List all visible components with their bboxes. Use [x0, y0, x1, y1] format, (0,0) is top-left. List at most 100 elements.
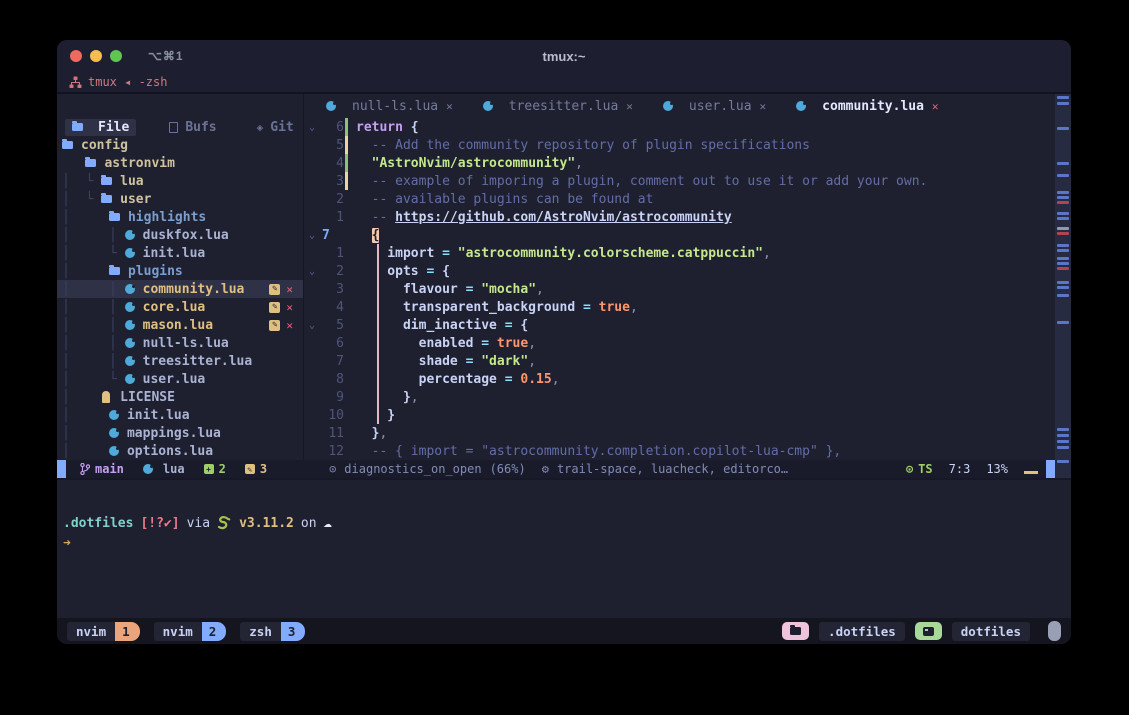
code-line[interactable]: 2 -- available plugins can be found at [304, 190, 1071, 208]
unsaved-close-icon[interactable]: ✕ [286, 319, 293, 332]
tree-item-label: mason.lua [143, 318, 213, 333]
tree-tab-label: Git [270, 120, 293, 135]
tools-icon: ⚙ [542, 462, 549, 476]
unsaved-close-icon[interactable]: ✕ [286, 301, 293, 314]
filetype-label: lua [163, 462, 185, 476]
tree-item-config[interactable]: config [57, 136, 303, 154]
code-line[interactable]: ⌄6return { [304, 118, 1071, 136]
code-token: , [411, 390, 419, 405]
code-line[interactable]: ⌄5 dim_inactive = { [304, 316, 1071, 334]
code-text: -- available plugins can be found at [350, 192, 653, 207]
tree-tab-git[interactable]: ◈Git [250, 119, 301, 136]
tree-tab-bufs[interactable]: Bufs [162, 119, 223, 136]
code-line[interactable]: ⌄2 opts = { [304, 262, 1071, 280]
tree-item-duskfox-lua[interactable]: │ │ duskfox.lua [57, 226, 303, 244]
code-line[interactable]: 7 shade = "dark", [304, 352, 1071, 370]
code-token: } [356, 426, 379, 441]
code-line[interactable]: 12 -- { import = "astrocommunity.complet… [304, 442, 1071, 460]
tree-item-astronvim[interactable]: astronvim [57, 154, 303, 172]
tree-item-init-lua[interactable]: │ init.lua [57, 406, 303, 424]
tree-item-lua[interactable]: │ └ lua [57, 172, 303, 190]
code-editor[interactable]: null-ls.lua✕treesitter.lua✕user.lua✕comm… [304, 94, 1071, 460]
tree-item-label: init.lua [127, 408, 190, 423]
minimap-mark [1057, 249, 1069, 252]
tmux-window-index: 3 [281, 622, 306, 641]
tmux-tab-label[interactable]: tmux ◂ -zsh [88, 75, 167, 89]
minimap-mark [1057, 281, 1069, 284]
code-line[interactable]: 10 } [304, 406, 1071, 424]
tree-item-treesitter-lua[interactable]: │ │ treesitter.lua [57, 352, 303, 370]
tmux-window-3[interactable]: zsh3 [240, 622, 305, 641]
minimap-scrollbar[interactable] [1055, 94, 1071, 478]
fold-chevron-icon: ⌄ [304, 320, 320, 331]
close-buffer-icon[interactable]: ✕ [932, 100, 939, 113]
git-branch-segment[interactable]: main [80, 462, 124, 476]
tree-item-label: treesitter.lua [143, 354, 253, 369]
code-token: https://github.com/AstroNvim/astrocommun… [395, 210, 732, 225]
code-line[interactable]: 4 "AstroNvim/astrocommunity", [304, 154, 1071, 172]
code-line[interactable]: 5 -- Add the community repository of plu… [304, 136, 1071, 154]
tree-item-null-ls-lua[interactable]: │ │ null-ls.lua [57, 334, 303, 352]
tree-item-highlights[interactable]: │ highlights [57, 208, 303, 226]
prompt-arrow-icon[interactable]: ➜ [63, 536, 71, 551]
code-token: { [520, 318, 528, 333]
tree-item-user[interactable]: │ └ user [57, 190, 303, 208]
tree-tab-file[interactable]: File [65, 119, 136, 136]
lua-icon [125, 284, 135, 294]
code-line[interactable]: 1 -- https://github.com/AstroNvim/astroc… [304, 208, 1071, 226]
code-line[interactable]: 9 }, [304, 388, 1071, 406]
cursor-position: 7:3 [949, 462, 971, 476]
code-line[interactable]: ⌄7 { [304, 226, 1071, 244]
modified-badge-icon: ✎ [269, 284, 280, 295]
git-branch-icon [80, 463, 90, 475]
tmux-window-1[interactable]: nvim1 [67, 622, 140, 641]
indent-guide: │ │ [62, 318, 125, 333]
tmux-window-2[interactable]: nvim2 [154, 622, 227, 641]
tree-item-core-lua[interactable]: │ │ core.lua✎✕ [57, 298, 303, 316]
unsaved-close-icon[interactable]: ✕ [286, 283, 293, 296]
lua-icon [125, 338, 135, 348]
tree-item-license[interactable]: │ LICENSE [57, 388, 303, 406]
buffer-tab-treesitter-lua[interactable]: treesitter.lua ✕ [473, 94, 643, 118]
license-icon [102, 391, 110, 403]
close-buffer-icon[interactable]: ✕ [760, 100, 767, 113]
tree-item-label: user [120, 192, 151, 207]
tree-item-label: user.lua [143, 372, 206, 387]
code-line[interactable]: 4 transparent_background = true, [304, 298, 1071, 316]
tmux-tab-bar: tmux ◂ -zsh [57, 72, 1071, 94]
tree-item-community-lua[interactable]: │ │ community.lua✎✕ [57, 280, 303, 298]
buffer-tab-user-lua[interactable]: user.lua✕ [653, 94, 776, 118]
code-line[interactable]: 3 -- example of imporing a plugin, comme… [304, 172, 1071, 190]
tree-item-options-lua[interactable]: │ options.lua [57, 442, 303, 460]
lua-icon [125, 302, 135, 312]
code-line[interactable]: 11 }, [304, 424, 1071, 442]
indent-guide: │ │ [62, 336, 125, 351]
tree-item-mappings-lua[interactable]: │ mappings.lua [57, 424, 303, 442]
indent-guide: │ └ [62, 174, 101, 189]
buffer-tab-community-lua[interactable]: community.lua✕ [786, 94, 948, 118]
close-buffer-icon[interactable]: ✕ [626, 100, 633, 113]
code-text: -- https://github.com/AstroNvim/astrocom… [350, 210, 732, 225]
code-text: "AstroNvim/astrocommunity", [350, 156, 583, 171]
prompt-via: via [187, 516, 210, 531]
lua-icon [483, 101, 493, 111]
mode-indicator [57, 460, 66, 478]
code-line[interactable]: 1 import = "astrocommunity.colorscheme.c… [304, 244, 1071, 262]
code-token: = [505, 318, 521, 333]
code-line[interactable]: 3 flavour = "mocha", [304, 280, 1071, 298]
minimap-mark [1057, 232, 1069, 235]
lua-icon [125, 320, 135, 330]
tree-item-plugins[interactable]: │ plugins [57, 262, 303, 280]
code-line[interactable]: 6 enabled = true, [304, 334, 1071, 352]
tree-item-init-lua[interactable]: │ └ init.lua [57, 244, 303, 262]
indent-guide: │ │ [62, 228, 125, 243]
shell-pane[interactable]: .dotfiles [!?✔] via v3.11.2 on ☁ ➜ [57, 478, 1071, 618]
diagnostics-label[interactable]: diagnostics_on_open [344, 462, 481, 476]
tree-item-user-lua[interactable]: │ └ user.lua [57, 370, 303, 388]
buffer-tab-null-ls-lua[interactable]: null-ls.lua✕ [316, 94, 463, 118]
close-buffer-icon[interactable]: ✕ [446, 100, 453, 113]
tree-item-mason-lua[interactable]: │ │ mason.lua✎✕ [57, 316, 303, 334]
code-line[interactable]: 8 percentage = 0.15, [304, 370, 1071, 388]
ruler-mark [1024, 471, 1038, 474]
buffer-tab-label: treesitter.lua [509, 99, 619, 114]
